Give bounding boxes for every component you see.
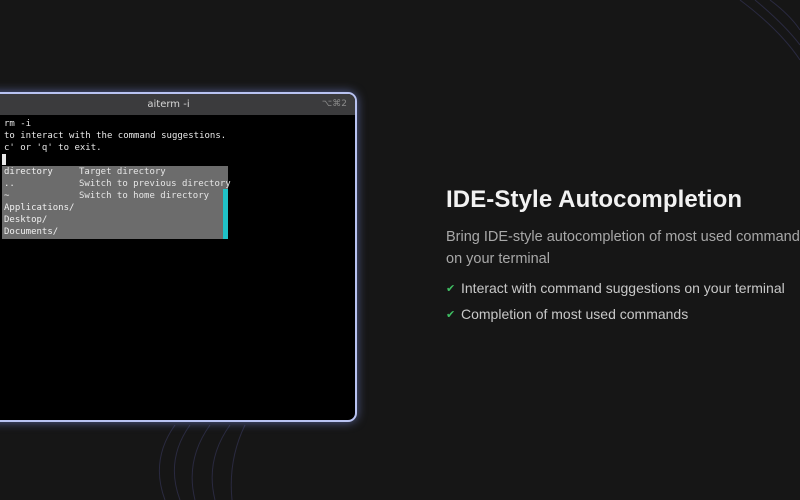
suggestion-description: Switch to previous directory [79,179,231,189]
terminal-line: rm -i [4,119,32,129]
check-icon: ✔ [446,308,456,321]
subtitle-line: on your terminal [446,251,550,267]
feature-bullet: ✔ Completion of most used commands [446,306,800,322]
check-icon: ✔ [446,282,456,295]
terminal-cursor [2,154,6,165]
suggestion-dropdown[interactable]: directory Target directory .. Switch to … [2,166,231,239]
terminal-line: to interact with the command suggestions… [4,131,227,141]
suggestion-description: Switch to home directory [79,191,210,201]
suggestion-description: Target directory [79,167,166,177]
terminal-output[interactable]: rm -i to interact with the command sugge… [2,115,355,420]
feature-subtitle: Bring IDE-style autocompletion of most u… [446,226,800,270]
terminal-titlebar[interactable]: aiterm -i ⌥⌘2 [0,94,355,115]
window-shortcut: ⌥⌘2 [321,99,347,109]
feature-title: IDE-Style Autocompletion [446,186,743,213]
suggestion-item[interactable]: .. [4,178,15,190]
suggestion-item[interactable]: Documents/ [4,226,58,238]
terminal-line: c' or 'q' to exit. [4,143,102,153]
subtitle-line: Bring IDE-style autocompletion of most u… [446,229,800,245]
feature-bullet: ✔ Interact with command suggestions on y… [446,280,800,296]
terminal-window[interactable]: aiterm -i ⌥⌘2 rm -i to interact with the… [0,92,357,422]
feature-section: IDE-Style Autocompletion Bring IDE-style… [446,186,800,322]
bullet-text: Interact with command suggestions on you… [461,280,785,296]
bullet-text: Completion of most used commands [461,306,689,322]
suggestion-scrollbar[interactable] [223,189,228,239]
terminal-title: aiterm -i [147,99,190,110]
suggestion-item[interactable]: Desktop/ [4,214,47,226]
suggestion-item[interactable]: Applications/ [4,202,74,214]
suggestion-item[interactable]: ~ [4,190,9,202]
suggestion-item[interactable]: directory [4,166,53,178]
